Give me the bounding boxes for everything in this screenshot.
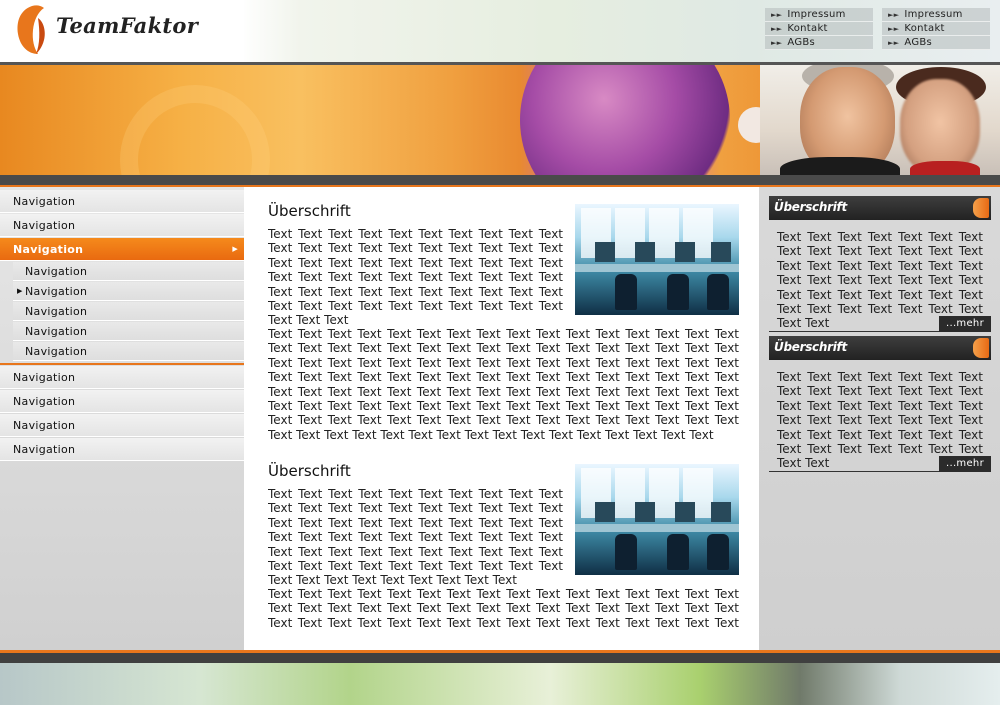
sub-nav-item[interactable]: Navigation — [13, 342, 256, 361]
nav-item[interactable]: Navigation — [0, 214, 244, 237]
sidebar-box: Überschrift Text Text Text Text Text Tex… — [769, 196, 991, 332]
brand-name: TeamFaktor — [56, 13, 199, 38]
footer-image — [0, 663, 1000, 705]
main-content: Überschrift Text Text Text Text Text Tex… — [244, 187, 759, 650]
right-sidebar: Überschrift Text Text Text Text Text Tex… — [759, 187, 1000, 650]
more-button[interactable]: ...mehr — [939, 316, 991, 332]
logo[interactable]: TeamFaktor — [0, 0, 244, 62]
meta-link-agbs[interactable]: ►► AGBs — [765, 36, 873, 50]
nav-item[interactable]: Navigation — [0, 390, 244, 413]
person-shirt — [910, 161, 980, 175]
header: TeamFaktor ►► Impressum ►► Kontakt ►► AGBs … — [0, 0, 1000, 62]
article-text: Text Text Text Text Text Text Text Text … — [268, 227, 563, 328]
article-text: Text Text Text Text Text Text Text Text … — [268, 487, 563, 588]
bullet-arrow-icon: ▶ — [17, 287, 23, 295]
left-navigation: Navigation Navigation Navigation ▶ Naviga… — [0, 187, 256, 650]
article-image — [575, 204, 739, 315]
meta-link-impressum[interactable]: ►► Impressum — [765, 8, 873, 22]
sub-nav-item[interactable]: Navigation▶ — [13, 322, 256, 341]
chevron-right-icon: ▶ — [232, 245, 238, 253]
banner-image — [0, 65, 1000, 175]
sidebar-box-text: Text Text Text Text Text Text Text Text … — [777, 230, 983, 331]
article-image — [575, 464, 739, 575]
nav-item-active[interactable]: Navigation ▶ — [0, 238, 256, 261]
sidebar-box-text: Text Text Text Text Text Text Text Text … — [777, 370, 983, 471]
sidebar-box: Überschrift Text Text Text Text Text Tex… — [769, 336, 991, 472]
person-shirt — [780, 157, 900, 175]
nav-item[interactable]: Navigation — [0, 366, 244, 389]
brand-mark-icon — [973, 338, 989, 358]
meta-links-left: ►► Impressum ►► Kontakt ►► AGBs — [765, 8, 873, 50]
article-title: Überschrift — [268, 462, 351, 480]
nav-item[interactable]: Navigation — [0, 414, 244, 437]
sub-nav-item[interactable]: Navigation — [13, 262, 256, 281]
sidebar-box-footer: ...mehr — [769, 456, 991, 472]
sub-nav-item[interactable]: Navigation — [13, 302, 256, 321]
brand-mark-icon — [973, 198, 989, 218]
nav-item[interactable]: Navigation — [0, 438, 244, 461]
double-arrow-icon: ►► — [771, 25, 783, 33]
sidebar-box-header: Überschrift — [769, 336, 991, 360]
banner-photo-people — [760, 65, 1000, 175]
double-arrow-icon: ►► — [888, 39, 900, 47]
article-title: Überschrift — [268, 202, 351, 220]
sidebar-box-title: Überschrift — [774, 200, 847, 214]
meta-links-right: ►► Impressum ►► Kontakt ►► AGBs — [882, 8, 990, 50]
meta-link-agbs[interactable]: ►► AGBs — [882, 36, 990, 50]
article-text: Text Text Text Text Text Text Text Text … — [268, 327, 739, 442]
sidebar-box-header: Überschrift — [769, 196, 991, 220]
double-arrow-icon: ►► — [771, 11, 783, 19]
logo-mark-icon — [17, 5, 45, 54]
sidebar-box-title: Überschrift — [774, 340, 847, 354]
more-button[interactable]: ...mehr — [939, 456, 991, 472]
double-arrow-icon: ►► — [888, 25, 900, 33]
sub-nav-end-line — [0, 363, 256, 365]
meta-link-impressum[interactable]: ►► Impressum — [882, 8, 990, 22]
meta-link-kontakt[interactable]: ►► Kontakt — [765, 22, 873, 36]
sidebar-box-footer: ...mehr — [769, 316, 991, 332]
banner-decor-circle — [120, 85, 270, 175]
banner-divider — [0, 175, 1000, 185]
double-arrow-icon: ►► — [771, 39, 783, 47]
sub-nav-item[interactable]: ▶ Navigation — [13, 282, 256, 301]
article-text: Text Text Text Text Text Text Text Text … — [268, 587, 739, 631]
double-arrow-icon: ►► — [888, 11, 900, 19]
banner-decor-orb — [520, 65, 730, 175]
footer-divider — [0, 653, 1000, 663]
nav-item[interactable]: Navigation — [0, 190, 244, 213]
meta-link-kontakt[interactable]: ►► Kontakt — [882, 22, 990, 36]
